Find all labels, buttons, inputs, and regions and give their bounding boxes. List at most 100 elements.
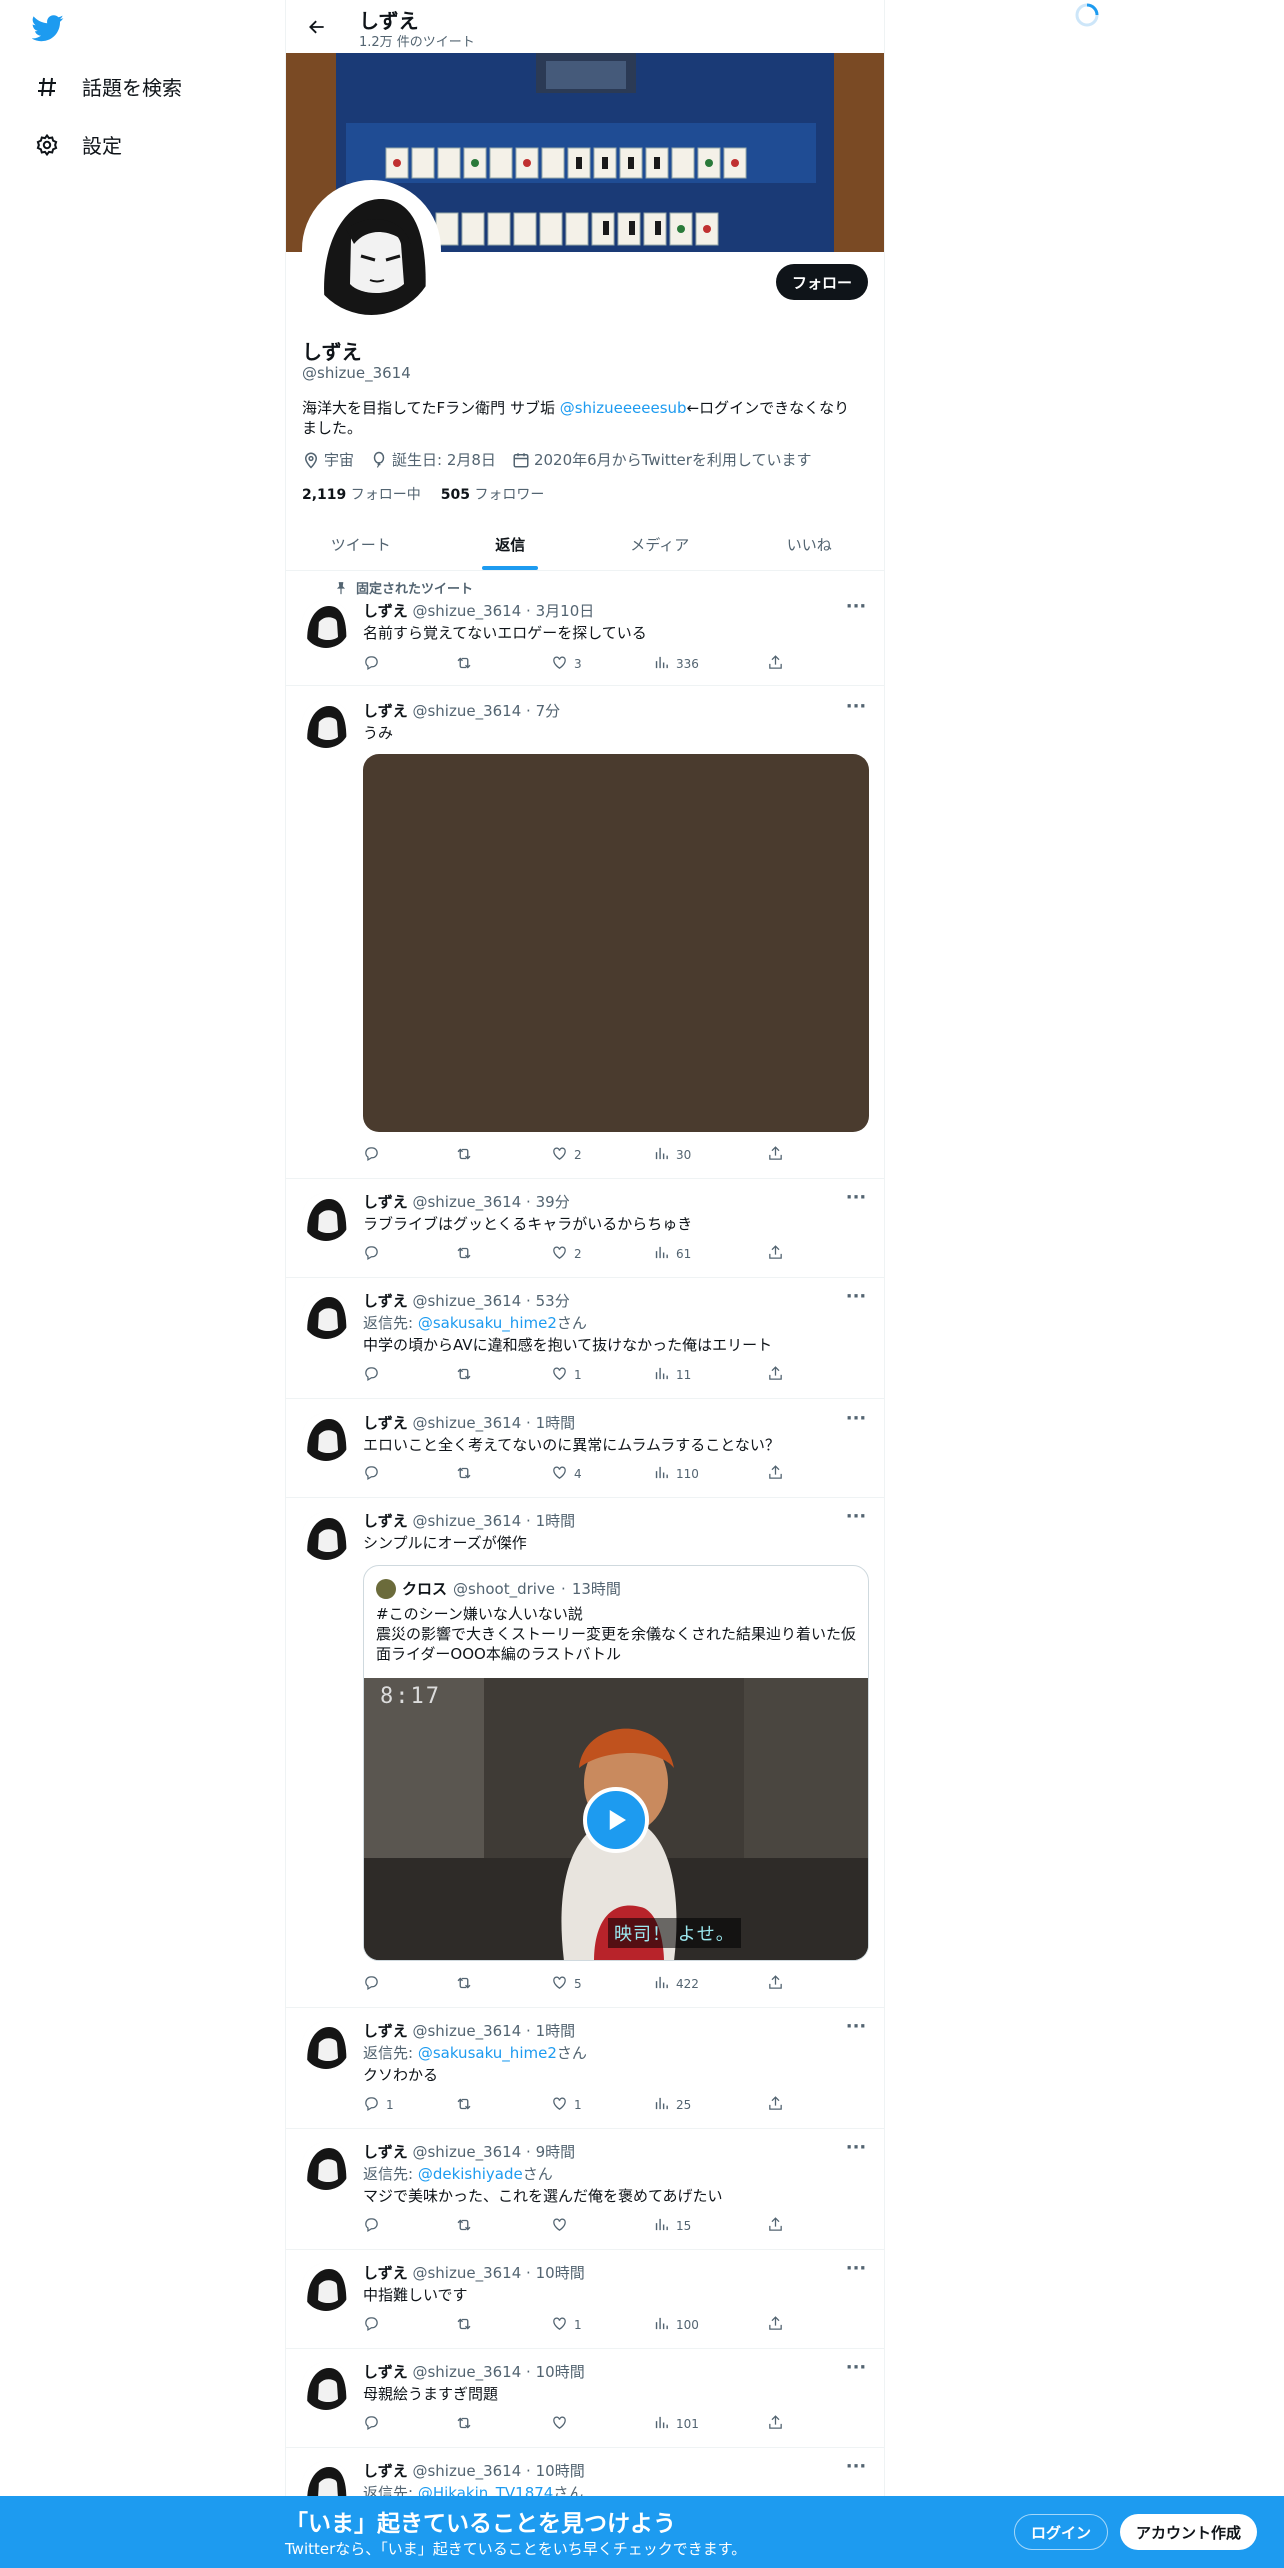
sidebar-item-settings[interactable]: 設定 (34, 130, 122, 159)
like-button[interactable]: 4 (551, 1464, 582, 1484)
share-button[interactable] (767, 1974, 784, 1994)
tweet-time[interactable]: 7分 (536, 702, 561, 720)
tweet-item[interactable]: しずえ @shizue_3614 · 1時間 ··· エロいこと全く考えてないのに… (286, 1399, 884, 1498)
reply-button[interactable] (363, 2414, 386, 2434)
views-button[interactable]: 422 (653, 1974, 699, 1994)
retweet-button[interactable] (455, 654, 479, 675)
sidebar-item-explore[interactable]: 話題を検索 (34, 72, 182, 101)
tab-tweets[interactable]: ツイート (286, 518, 436, 570)
tweet-item[interactable]: しずえ @shizue_3614 · 39分 ··· ラブライブはグッとくるキャラ… (286, 1179, 884, 1278)
retweet-button[interactable] (455, 1244, 479, 1265)
tweet-author-name[interactable]: しずえ (363, 2462, 408, 2480)
tweet-item[interactable]: しずえ @shizue_3614 · 10時間 ··· 中指難しいです 1 100 (286, 2250, 884, 2349)
reply-button[interactable] (363, 2315, 386, 2335)
like-button[interactable] (551, 2414, 574, 2434)
reply-button[interactable]: 1 (363, 2095, 394, 2115)
tweet-avatar[interactable] (302, 2142, 350, 2190)
tweet-avatar[interactable] (302, 1291, 350, 1339)
tweet-item[interactable]: しずえ @shizue_3614 · 3月10日 ··· 名前すら覚えてないエロゲ… (286, 586, 884, 686)
tweet-author-name[interactable]: しずえ (363, 2264, 408, 2282)
retweet-button[interactable] (455, 2315, 479, 2336)
more-options-icon[interactable]: ··· (844, 2359, 868, 2381)
tab-replies[interactable]: 返信 (436, 518, 586, 570)
tweet-time[interactable]: 1時間 (536, 2022, 576, 2040)
retweet-button[interactable] (455, 2095, 479, 2116)
retweet-button[interactable] (455, 2414, 479, 2435)
more-options-icon[interactable]: ··· (844, 2018, 868, 2040)
views-button[interactable]: 101 (653, 2414, 699, 2434)
tweet-time[interactable]: 1時間 (536, 1512, 576, 1530)
tweet-time[interactable]: 10時間 (536, 2462, 585, 2480)
tweet-time[interactable]: 53分 (536, 1292, 570, 1310)
reply-button[interactable] (363, 1974, 386, 1994)
reply-button[interactable] (363, 1464, 386, 1484)
share-button[interactable] (767, 1244, 784, 1264)
play-button-icon[interactable] (583, 1787, 649, 1853)
tweet-time[interactable]: 39分 (536, 1193, 570, 1211)
views-button[interactable]: 110 (653, 1464, 699, 1484)
tab-media[interactable]: メディア (585, 518, 735, 570)
tweet-author-name[interactable]: しずえ (363, 1193, 408, 1211)
tab-likes[interactable]: いいね (735, 518, 885, 570)
following-link[interactable]: 2,119 フォロー中 (302, 484, 421, 504)
views-button[interactable]: 15 (653, 2216, 691, 2236)
more-options-icon[interactable]: ··· (844, 2139, 868, 2161)
more-options-icon[interactable]: ··· (844, 1508, 868, 1530)
tweet-avatar[interactable] (302, 600, 350, 648)
tweet-author-name[interactable]: しずえ (363, 1512, 408, 1530)
reply-mention-link[interactable]: @sakusaku_hime2 (418, 1314, 557, 1332)
reply-button[interactable] (363, 654, 386, 674)
tweet-image[interactable] (363, 754, 869, 1132)
tweet-item[interactable]: しずえ @shizue_3614 · 1時間 ··· 返信先: @sakusaku… (286, 2008, 884, 2129)
follow-button[interactable]: フォロー (775, 264, 868, 300)
more-options-icon[interactable]: ··· (844, 698, 868, 720)
tweet-item[interactable]: しずえ @shizue_3614 · 53分 ··· 返信先: @sakusaku… (286, 1278, 884, 1399)
followers-link[interactable]: 505 フォロワー (441, 484, 545, 504)
tweet-avatar[interactable] (302, 1193, 350, 1241)
retweet-button[interactable] (455, 1974, 479, 1995)
tweet-author-name[interactable]: しずえ (363, 702, 408, 720)
reply-button[interactable] (363, 2216, 386, 2236)
more-options-icon[interactable]: ··· (844, 1189, 868, 1211)
more-options-icon[interactable]: ··· (844, 2458, 868, 2480)
reply-mention-link[interactable]: @dekishiyade (418, 2165, 523, 2183)
tweet-time[interactable]: 1時間 (536, 1414, 576, 1432)
tweet-time[interactable]: 3月10日 (536, 602, 595, 620)
retweet-button[interactable] (455, 1145, 479, 1166)
signup-button[interactable]: アカウント作成 (1120, 2514, 1258, 2550)
like-button[interactable]: 1 (551, 1365, 582, 1385)
like-button[interactable]: 2 (551, 1244, 582, 1264)
share-button[interactable] (767, 2315, 784, 2335)
share-button[interactable] (767, 2414, 784, 2434)
reply-mention-link[interactable]: @sakusaku_hime2 (418, 2044, 557, 2062)
share-button[interactable] (767, 1365, 784, 1385)
like-button[interactable]: 5 (551, 1974, 582, 1994)
tweet-avatar[interactable] (302, 2263, 350, 2311)
share-button[interactable] (767, 2095, 784, 2115)
bio-mention-link[interactable]: @shizueeeeesub (560, 399, 687, 417)
reply-button[interactable] (363, 1244, 386, 1264)
tweet-author-name[interactable]: しずえ (363, 2363, 408, 2381)
retweet-button[interactable] (455, 1464, 479, 1485)
views-button[interactable]: 336 (653, 654, 699, 674)
tweet-avatar[interactable] (302, 1512, 350, 1560)
share-button[interactable] (767, 654, 784, 674)
quote-video[interactable]: 8:17 映司！ よせ。 (364, 1678, 868, 1960)
share-button[interactable] (767, 1464, 784, 1484)
tweet-author-name[interactable]: しずえ (363, 1414, 408, 1432)
views-button[interactable]: 100 (653, 2315, 699, 2335)
tweet-avatar[interactable] (302, 2362, 350, 2410)
like-button[interactable]: 3 (551, 654, 582, 674)
quoted-tweet[interactable]: クロス @shoot_drive · 13時間 #このシーン嫌いな人いない説 震… (363, 1565, 869, 1961)
tweet-item[interactable]: しずえ @shizue_3614 · 9時間 ··· 返信先: @dekishiy… (286, 2129, 884, 2250)
retweet-button[interactable] (455, 1365, 479, 1386)
more-options-icon[interactable]: ··· (844, 1288, 868, 1310)
like-button[interactable]: 1 (551, 2315, 582, 2335)
reply-button[interactable] (363, 1365, 386, 1385)
tweet-item[interactable]: しずえ @shizue_3614 · 10時間 ··· 返信先: @Hikakin… (286, 2448, 884, 2509)
twitter-logo-icon[interactable] (31, 12, 64, 44)
share-button[interactable] (767, 1145, 784, 1165)
profile-avatar[interactable] (302, 180, 441, 319)
more-options-icon[interactable]: ··· (844, 1410, 868, 1432)
tweet-author-name[interactable]: しずえ (363, 2022, 408, 2040)
